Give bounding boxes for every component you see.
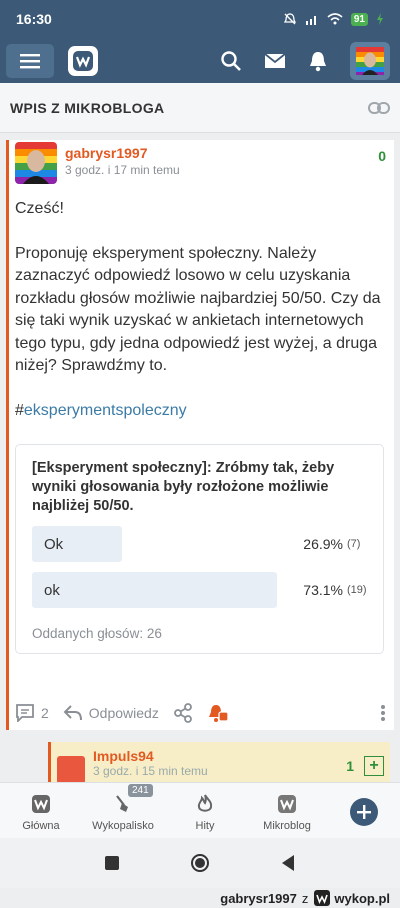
wykop-logo-icon [73, 50, 93, 71]
poll-bar [32, 572, 277, 608]
nav-label: Hity [195, 820, 215, 832]
poll-option-percent: 26.9% [303, 536, 343, 552]
poll-option-label: ok [44, 581, 60, 599]
poll-option[interactable]: ok 73.1% (19) [32, 572, 367, 608]
reply-card: Impuls94 3 godz. i 15 min temu 1 + [48, 742, 390, 786]
comments-count: 2 [41, 705, 49, 721]
poll-option-label: Ok [44, 535, 64, 553]
share-icon [173, 703, 192, 723]
back-icon[interactable] [280, 854, 296, 872]
wykop-logo-button[interactable] [68, 45, 98, 76]
system-icons: 91 [283, 12, 384, 26]
mute-icon [283, 13, 296, 25]
clock: 16:30 [16, 11, 52, 27]
nav-label: Mikroblog [263, 820, 311, 832]
menu-button[interactable] [6, 43, 54, 78]
menu-icon [20, 53, 40, 68]
reply-label: Odpowiedz [88, 705, 159, 721]
watermark-sep: z [301, 890, 309, 906]
status-bar: 16:30 91 [0, 0, 400, 38]
comment-icon [16, 704, 34, 722]
plus-icon [357, 805, 371, 819]
system-nav-bar [0, 838, 400, 888]
mail-icon[interactable] [264, 52, 286, 70]
nav-badge: 241 [128, 784, 153, 797]
mikroblog-icon [278, 795, 296, 813]
poll-option-count: (7) [347, 538, 361, 550]
wykop-logo-icon [314, 890, 331, 906]
avatar [356, 46, 384, 75]
poll-option[interactable]: Ok 26.9% (7) [32, 526, 367, 562]
reply-icon [63, 705, 82, 721]
user-avatar-button[interactable] [350, 41, 390, 80]
nav-item-hity[interactable]: Hity [164, 794, 246, 832]
bottom-nav: Główna 241 Wykopalisko Hity Mikroblog [0, 782, 400, 838]
greeting-paragraph: Cześć! [15, 200, 64, 217]
search-icon[interactable] [220, 50, 242, 72]
poll-option-count: (19) [347, 584, 367, 596]
bell-icon[interactable] [308, 50, 328, 72]
watermark-logo: wykop.pl [314, 890, 390, 906]
author-avatar[interactable] [15, 142, 57, 184]
entry-body: Cześć! Proponuję eksperyment społeczny. … [9, 184, 394, 422]
add-button[interactable] [350, 798, 378, 826]
reply-author[interactable]: Impuls94 [93, 748, 208, 764]
watermark-site: wykop.pl [334, 890, 390, 906]
app-bar [0, 38, 400, 83]
hashtag-link[interactable]: eksperymentspoleczny [24, 402, 187, 419]
link-icon[interactable] [368, 101, 390, 115]
watermark-user: gabrysr1997 [220, 890, 297, 906]
nav-item-wykopalisko[interactable]: 241 Wykopalisko [82, 784, 164, 832]
wykop-icon [32, 795, 50, 813]
share-button[interactable] [173, 703, 193, 723]
more-options-icon[interactable] [380, 704, 386, 722]
reply-time: 3 godz. i 15 min temu [93, 764, 208, 778]
nav-item-mikroblog[interactable]: Mikroblog [246, 794, 328, 832]
poll-option-percent: 73.1% [303, 582, 343, 598]
entry-card: gabrysr1997 3 godz. i 17 min temu 0 Cześ… [6, 140, 394, 730]
reply-avatar[interactable] [57, 756, 85, 784]
home-icon[interactable] [190, 853, 210, 873]
flame-icon [197, 794, 213, 812]
wifi-icon [327, 13, 343, 25]
signal-icon [305, 16, 316, 25]
poll: [Eksperyment społeczny]: Zróbmy tak, żeb… [15, 444, 384, 654]
charging-icon [377, 13, 383, 25]
entry-actions: 2 Odpowiedz [9, 696, 394, 730]
author-name[interactable]: gabrysr1997 [65, 145, 180, 161]
post-time: 3 godz. i 17 min temu [65, 163, 180, 177]
page-header: WPIS Z MIKROBLOGA [0, 83, 400, 133]
shovel-icon [116, 795, 128, 812]
nav-item-glowna[interactable]: Główna [0, 794, 82, 832]
recents-icon[interactable] [104, 855, 120, 871]
watermark: gabrysr1997 z wykop.pl [0, 888, 400, 908]
bell-alert-icon [208, 705, 229, 722]
nav-label: Główna [22, 820, 60, 832]
poll-total-votes: Oddanych głosów: 26 [32, 626, 162, 641]
body-paragraph: Proponuję eksperyment społeczny. Należy … [15, 244, 381, 375]
avatar-image [15, 142, 57, 184]
notify-button[interactable] [207, 703, 229, 723]
reply-plus-button[interactable]: + [364, 756, 384, 776]
reply-button[interactable]: Odpowiedz [63, 705, 159, 721]
battery-icon: 91 [350, 12, 368, 26]
entry-header: gabrysr1997 3 godz. i 17 min temu 0 [9, 140, 394, 184]
comments-button[interactable]: 2 [15, 704, 49, 722]
poll-question: [Eksperyment społeczny]: Zróbmy tak, żeb… [32, 460, 335, 514]
hashtag-prefix: # [15, 401, 24, 419]
page-title: WPIS Z MIKROBLOGA [10, 99, 165, 116]
hashtag-line: #eksperymentspoleczny [15, 400, 384, 423]
vote-count[interactable]: 0 [378, 148, 386, 184]
nav-label: Wykopalisko [92, 820, 154, 832]
